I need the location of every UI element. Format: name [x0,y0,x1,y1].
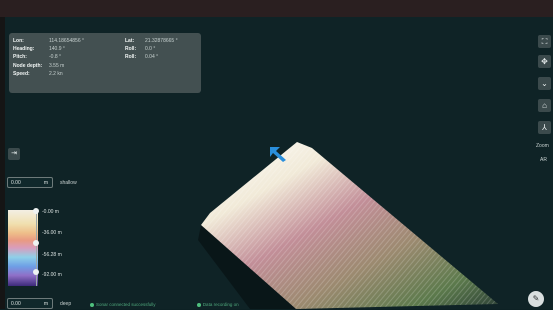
telemetry-panel: Lon: 114.18654856 ° Lat: 21.32878665 ° H… [9,33,201,93]
shallow-label: shallow [60,180,77,186]
colorbar-handle[interactable] [33,208,39,214]
roll-value: 0.0 ° [145,46,156,53]
pitch-value: -0.8 ° [49,54,62,61]
roll-label: Roll: [125,46,137,53]
roll2-label: Roll: [125,54,137,61]
shallow-value: 0.00 [11,180,21,186]
telemetry-row: Node depth: 3.55 m [13,62,201,70]
shallow-depth-input[interactable]: 0.00 m [7,177,53,188]
heading-label: Heading: [13,46,35,53]
pitch-label: Pitch: [13,54,27,61]
lon-label: Lon: [13,38,24,44]
node-depth-value: 3.55 m [49,62,65,69]
status-text: Sonar connected successfully [96,302,156,307]
telemetry-row: Heading: 140.9 ° Roll: 0.0 ° [13,45,201,53]
roll2-value: 0.04 ° [145,54,159,61]
layers-icon[interactable]: ⌄ [538,77,551,90]
telemetry-row: Speed: 2.2 kn [13,70,201,78]
status-item: Data recording on [196,302,239,307]
lat-value: 21.32878665 ° [145,38,178,44]
lat-label: Lat: [125,38,135,44]
colorbar-tick: -0.00 m [42,209,59,215]
node-depth-label: Node depth: [13,62,43,69]
home-icon[interactable]: ⌂ [538,99,551,112]
deep-label: deep [60,301,72,307]
zoom-label: Zoom [536,143,549,149]
person-icon[interactable]: ⅄ [538,121,551,134]
status-dot-icon [196,302,201,307]
telemetry-row: Pitch: -0.8 ° Roll: 0.04 ° [13,53,201,61]
colorbar-handle[interactable] [33,269,39,275]
colorbar-tick: -36.00 m [42,230,62,236]
lon-value: 114.18654856 ° [49,38,84,44]
deep-value: 0.00 [11,301,21,307]
status-item: Sonar connected successfully [90,302,156,307]
status-bar: Sonar connected successfully Data record… [90,302,279,307]
status-text: Data recording on [202,302,239,307]
edit-icon[interactable]: ✎ [528,291,544,307]
shallow-unit: m [43,180,48,186]
colorbar-tick: -56.28 m [42,252,62,258]
heading-value: 140.9 ° [49,46,65,53]
compass-icon[interactable]: ✥ [538,55,551,68]
collapse-panel-button[interactable]: ⇥ [8,148,20,160]
speed-label: Speed: [13,70,30,77]
speed-value: 2.2 kn [49,70,63,77]
colorbar-handle[interactable] [33,240,39,246]
telemetry-row: Lon: 114.18654856 ° Lat: 21.32878665 ° [13,37,201,45]
deep-depth-input[interactable]: 0.00 m [7,298,53,309]
expand-icon[interactable]: ⛶ [538,35,551,48]
colorbar-tick: -92.00 m [42,272,62,278]
zoom-value[interactable]: AR [540,157,547,163]
status-dot-icon [90,302,94,307]
deep-unit: m [43,301,48,307]
